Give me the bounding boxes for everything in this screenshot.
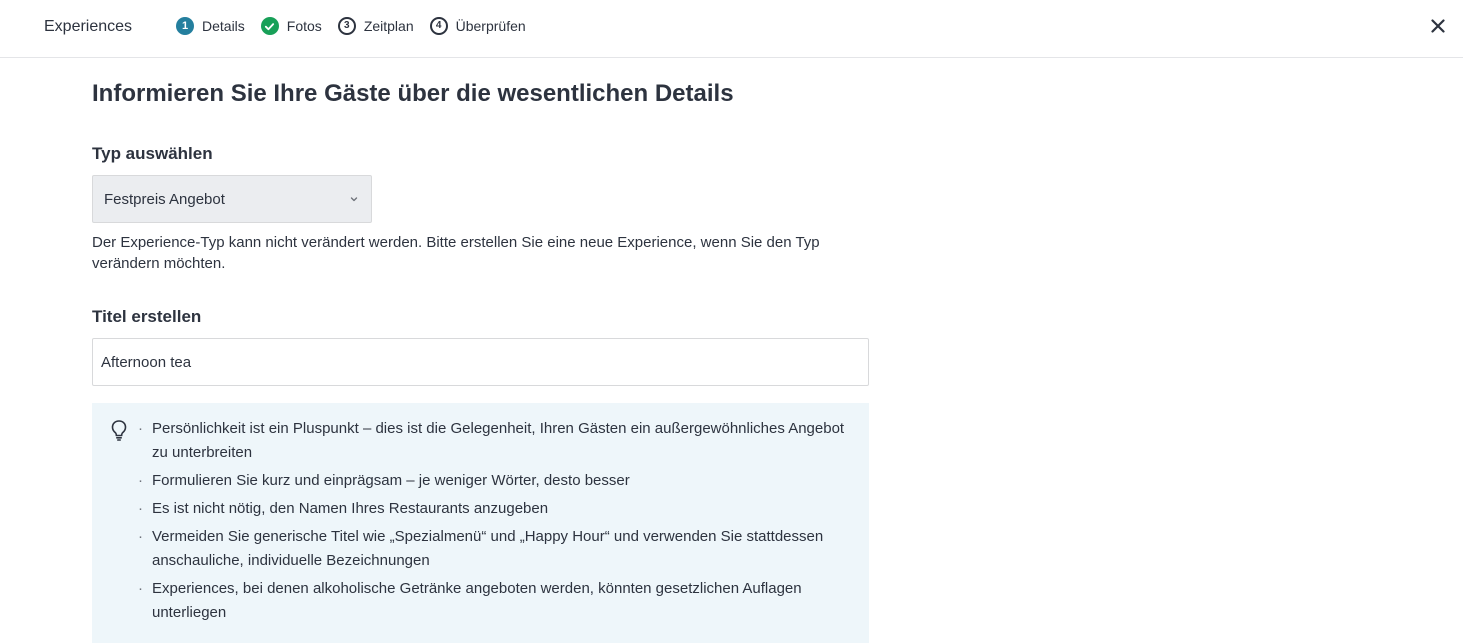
step-number-icon: 3	[337, 17, 356, 35]
step-fotos[interactable]: Fotos	[260, 17, 322, 35]
top-bar: Experiences 1 Details Fotos 3 Zeitplan 4…	[0, 0, 1463, 58]
tip-item: Es ist nicht nötig, den Namen Ihres Rest…	[138, 497, 849, 521]
step-label: Überprüfen	[455, 18, 526, 34]
tip-item: Formulieren Sie kurz und einprägsam – je…	[138, 469, 849, 493]
close-button[interactable]	[1427, 15, 1449, 37]
step-label: Zeitplan	[363, 18, 414, 34]
title-section-label: Titel erstellen	[92, 307, 202, 326]
chevron-down-icon	[349, 194, 359, 204]
step-zeitplan[interactable]: 3 Zeitplan	[337, 17, 414, 35]
step-number-icon: 1	[176, 17, 194, 35]
tip-item: Vermeiden Sie generische Titel wie „Spez…	[138, 525, 849, 573]
lightbulb-icon	[110, 419, 128, 446]
type-section-label: Typ auswählen	[92, 144, 213, 163]
app-title: Experiences	[44, 18, 133, 35]
step-ueberpruefen[interactable]: 4 Überprüfen	[429, 17, 526, 35]
tip-item: Experiences, bei denen alkoholische Getr…	[138, 577, 849, 625]
checkmark-icon	[260, 17, 279, 35]
type-helper-text: Der Experience-Typ kann nicht verändert …	[92, 234, 820, 272]
step-details[interactable]: 1 Details	[176, 17, 245, 35]
title-input[interactable]	[92, 338, 869, 386]
page-title: Informieren Sie Ihre Gäste über die wese…	[92, 80, 734, 107]
step-label: Details	[202, 18, 245, 34]
tip-item: Persönlichkeit ist ein Pluspunkt – dies …	[138, 417, 849, 465]
type-select-value: Festpreis Angebot	[104, 190, 225, 208]
type-select[interactable]: Festpreis Angebot	[92, 175, 372, 223]
close-icon	[1431, 19, 1445, 33]
step-label: Fotos	[286, 18, 322, 34]
step-number-icon: 4	[429, 17, 448, 35]
stepper: 1 Details Fotos 3 Zeitplan 4 Überprüfen	[176, 17, 526, 35]
tips-list: Persönlichkeit ist ein Pluspunkt – dies …	[138, 417, 849, 625]
tips-box: Persönlichkeit ist ein Pluspunkt – dies …	[92, 403, 869, 643]
